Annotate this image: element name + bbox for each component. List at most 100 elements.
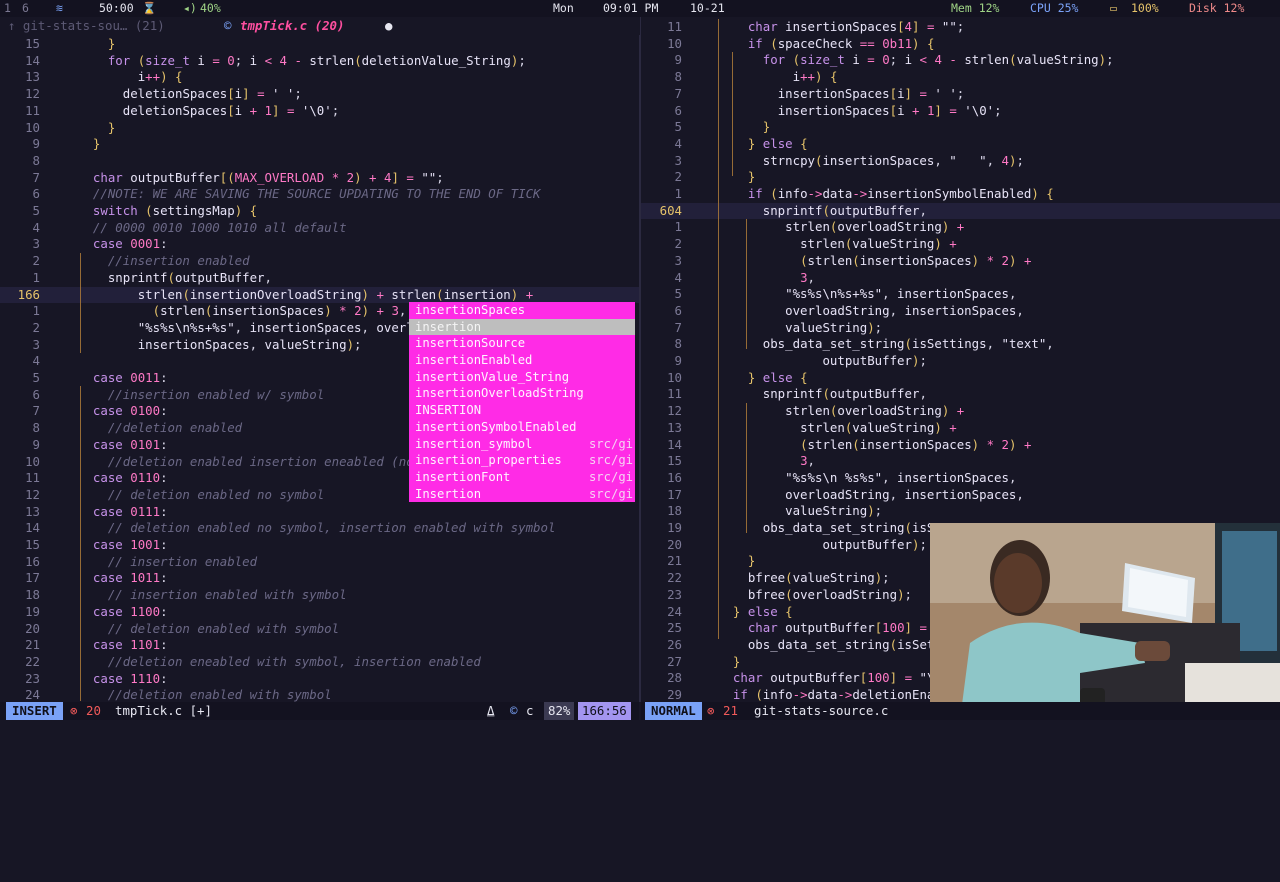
completion-item[interactable]: insertionSpaces [409, 302, 635, 319]
code-line[interactable]: 3 case 0001: [0, 236, 639, 253]
code-line[interactable]: 21 case 1101: [0, 637, 639, 654]
code-line[interactable]: 8 obs_data_set_string(isSettings, "text"… [641, 336, 1280, 353]
code-line[interactable]: 1 if (info->data->insertionSymbolEnabled… [641, 186, 1280, 203]
completion-source: src/gi [588, 453, 633, 468]
code-line[interactable]: 6 overloadString, insertionSpaces, [641, 303, 1280, 320]
code-line[interactable]: 17 overloadString, insertionSpaces, [641, 487, 1280, 504]
code-line[interactable]: 15 } [0, 36, 639, 53]
code-line[interactable]: 604 snprintf(outputBuffer, [641, 202, 1280, 220]
line-number: 7 [32, 169, 40, 185]
code-line[interactable]: 24 //deletion enabled with symbol [0, 687, 639, 702]
code-line[interactable]: 18 // insertion enabled with symbol [0, 587, 639, 604]
completion-item[interactable]: insertionValue_String [409, 369, 635, 386]
code-line[interactable]: 16 "%s%s\n %s%s", insertionSpaces, [641, 470, 1280, 487]
line-number: 14 [667, 436, 682, 452]
code-text: } [92, 136, 101, 152]
code-line[interactable]: 7 insertionSpaces[i] = ' '; [641, 86, 1280, 103]
code-line[interactable]: 11 deletionSpaces[i + 1] = '\0'; [0, 103, 639, 120]
code-line[interactable]: 1 snprintf(outputBuffer, [0, 270, 639, 287]
code-line[interactable]: 23 case 1110: [0, 671, 639, 688]
code-line[interactable]: 6 //NOTE: WE ARE SAVING THE SOURCE UPDAT… [0, 186, 639, 203]
pane-divider[interactable] [639, 17, 641, 702]
code-line[interactable]: 3 strncpy(insertionSpaces, " ", 4); [641, 153, 1280, 170]
code-line[interactable]: 22 //deletion eneabled with symbol, inse… [0, 654, 639, 671]
code-line[interactable]: 7 valueString); [641, 320, 1280, 337]
completion-item[interactable]: insertionEnabled [409, 352, 635, 369]
code-text: case 1101: [92, 637, 168, 653]
tab-tmptick[interactable]: tmpTick.c (20) [240, 17, 344, 35]
code-text: case 1001: [92, 537, 168, 552]
code-line[interactable]: 2 } [641, 169, 1280, 186]
workspace-1[interactable]: 1 [4, 1, 11, 15]
completion-item[interactable]: insertionSymbolEnabled [409, 419, 635, 436]
code-line[interactable]: 4 3, [641, 270, 1280, 287]
code-line[interactable]: 15 case 1001: [0, 537, 639, 554]
completion-item[interactable]: INSERTION [409, 402, 635, 419]
code-text: switch (settingsMap) { [92, 203, 258, 218]
code-text: strlen(valueString) + [800, 419, 957, 435]
code-line[interactable]: 10 if (spaceCheck == 0b11) { [641, 36, 1280, 53]
completion-item[interactable]: Insertion src/gi [409, 486, 635, 503]
code-line[interactable]: 12 strlen(overloadString) + [641, 403, 1280, 420]
line-number: 5 [32, 370, 40, 385]
line-number: 7 [32, 403, 40, 419]
code-line[interactable]: 2 //insertion enabled [0, 253, 639, 270]
code-line[interactable]: 5 "%s%s\n%s+%s", insertionSpaces, [641, 286, 1280, 303]
code-text: (strlen(insertionSpaces) * 2) + [800, 252, 1032, 268]
code-line[interactable]: 14 for (size_t i = 0; i < 4 - strlen(del… [0, 53, 639, 70]
code-line[interactable]: 11 char insertionSpaces[4] = ""; [641, 19, 1280, 36]
code-line[interactable]: 10 } [0, 120, 639, 137]
code-line[interactable]: 6 insertionSpaces[i + 1] = '\0'; [641, 103, 1280, 120]
tab-git-stats-source[interactable]: ↑ git-stats-sou… (21) [8, 17, 165, 35]
code-text: case 0001: [92, 236, 168, 252]
code-line[interactable]: 4 } else { [641, 136, 1280, 153]
line-number: 2 [674, 169, 682, 185]
code-line[interactable]: 12 deletionSpaces[i] = ' '; [0, 86, 639, 103]
line-number: 22 [25, 653, 40, 669]
line-number: 10 [667, 369, 682, 385]
code-line[interactable]: 4 // 0000 0010 1000 1010 all default [0, 220, 639, 237]
completion-item[interactable]: insertionOverloadString [409, 385, 635, 402]
code-line[interactable]: 20 // deletion enabled with symbol [0, 621, 639, 638]
tab-label: git-stats-sou… [22, 18, 128, 33]
completion-item[interactable]: insertion [409, 318, 635, 336]
code-line[interactable]: 7 char outputBuffer[(MAX_OVERLOAD * 2) +… [0, 170, 639, 187]
code-text: outputBuffer); [822, 536, 927, 552]
completion-item[interactable]: insertion_properties src/gi [409, 452, 635, 469]
code-line[interactable]: 8 i++) { [641, 69, 1280, 86]
code-text: overloadString, insertionSpaces, [785, 302, 1024, 318]
code-text: } else { [747, 369, 808, 385]
code-line[interactable]: 15 3, [641, 453, 1280, 470]
code-line[interactable]: 18 valueString); [641, 503, 1280, 520]
completion-item[interactable]: insertionSource [409, 335, 635, 352]
completion-popup[interactable]: insertionSpaces insertion insertionSource i… [409, 302, 635, 503]
code-line[interactable]: 2 strlen(valueString) + [641, 236, 1280, 253]
code-line[interactable]: 14 (strlen(insertionSpaces) * 2) + [641, 437, 1280, 454]
code-line[interactable]: 9 outputBuffer); [641, 353, 1280, 370]
code-line[interactable]: 13 case 0111: [0, 504, 639, 521]
code-line[interactable]: 9 for (size_t i = 0; i < 4 - strlen(valu… [641, 52, 1280, 69]
code-line[interactable]: 5 switch (settingsMap) { [0, 203, 639, 220]
code-line[interactable]: 9 } [0, 136, 639, 153]
completion-item[interactable]: insertion_symbol src/gi [409, 436, 635, 453]
code-line[interactable]: 17 case 1011: [0, 570, 639, 587]
code-line[interactable]: 13 i++) { [0, 69, 639, 86]
code-line[interactable]: 16 // insertion enabled [0, 554, 639, 571]
code-line[interactable]: 8 [0, 153, 639, 170]
code-line[interactable]: 166 strlen(insertionOverloadString) + st… [0, 286, 639, 304]
code-line[interactable]: 19 case 1100: [0, 604, 639, 621]
code-line[interactable]: 5 } [641, 119, 1280, 136]
code-line[interactable]: 14 // deletion enabled no symbol, insert… [0, 520, 639, 537]
battery-level: 100% [1131, 1, 1159, 15]
code-text: // deletion enabled no symbol, insertion… [78, 520, 556, 536]
code-line[interactable]: 1 strlen(overloadString) + [641, 219, 1280, 236]
code-line[interactable]: 11 snprintf(outputBuffer, [641, 386, 1280, 403]
code-text: valueString); [785, 503, 883, 519]
code-line[interactable]: 3 (strlen(insertionSpaces) * 2) + [641, 253, 1280, 270]
code-line[interactable]: 13 strlen(valueString) + [641, 420, 1280, 437]
workspace-6[interactable]: 6 [22, 1, 29, 15]
code-line[interactable]: 10 } else { [641, 370, 1280, 387]
code-text: case 1100: [92, 603, 168, 619]
line-number: 8 [674, 69, 682, 85]
completion-item[interactable]: insertionFont src/gi [409, 469, 635, 486]
